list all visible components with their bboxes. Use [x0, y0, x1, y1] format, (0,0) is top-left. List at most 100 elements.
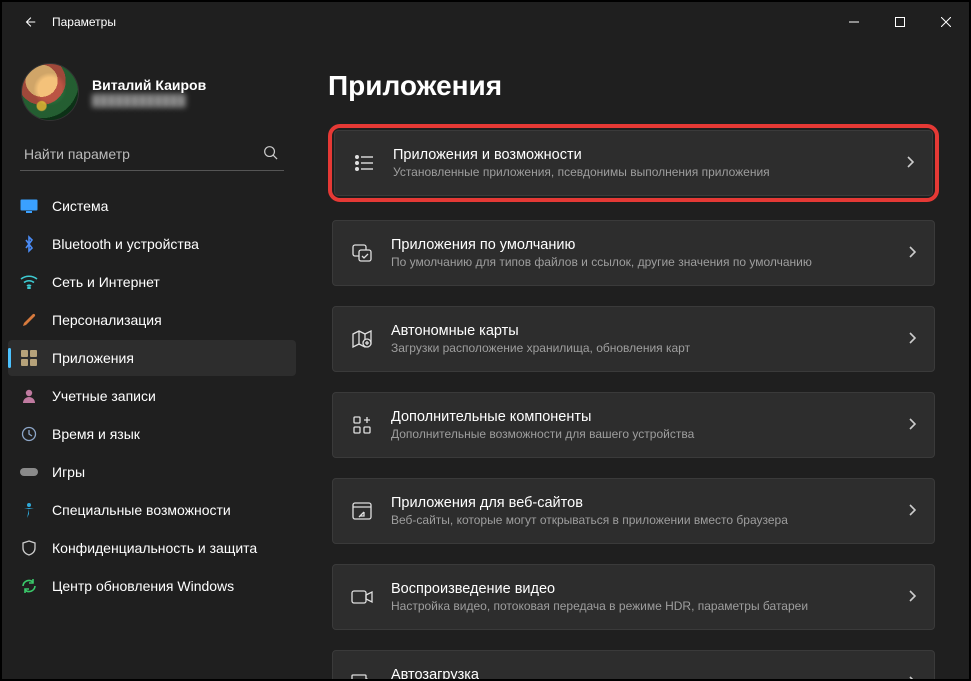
nav-label: Время и язык: [52, 426, 140, 442]
profile-name: Виталий Каиров: [92, 77, 206, 93]
minimize-button[interactable]: [831, 2, 877, 42]
card-title: Воспроизведение видео: [391, 581, 890, 597]
card-default-apps-wrap: Приложения по умолчанию По умолчанию для…: [328, 216, 939, 290]
card-apps-features[interactable]: Приложения и возможности Установленные п…: [334, 130, 933, 196]
card-title: Автозагрузка: [391, 667, 890, 679]
card-text: Приложения и возможности Установленные п…: [393, 147, 888, 179]
nav-label: Специальные возможности: [52, 502, 231, 518]
nav-label: Учетные записи: [52, 388, 156, 404]
startup-icon: [351, 672, 373, 679]
card-offline-maps-wrap: Автономные карты Загрузки расположение х…: [328, 302, 939, 376]
bluetooth-icon: [20, 235, 38, 253]
close-button[interactable]: [923, 2, 969, 42]
nav-item-network[interactable]: Сеть и Интернет: [8, 264, 296, 300]
person-icon: [20, 387, 38, 405]
chevron-right-icon: [908, 332, 916, 347]
nav-label: Сеть и Интернет: [52, 274, 160, 290]
nav-label: Система: [52, 198, 108, 214]
nav-item-system[interactable]: Система: [8, 188, 296, 224]
map-icon: [351, 328, 373, 350]
minimize-icon: [849, 17, 859, 27]
card-web-apps-wrap: Приложения для веб-сайтов Веб-сайты, кот…: [328, 474, 939, 548]
back-button[interactable]: [16, 8, 44, 36]
nav-item-bluetooth[interactable]: Bluetooth и устройства: [8, 226, 296, 262]
main: Приложения Приложения и возможности Уста…: [302, 42, 969, 679]
apps-icon: [20, 349, 38, 367]
cards-list: Приложения и возможности Установленные п…: [328, 124, 939, 679]
card-title: Приложения для веб-сайтов: [391, 495, 890, 511]
update-icon: [20, 577, 38, 595]
card-subtitle: Загрузки расположение хранилища, обновле…: [391, 341, 890, 355]
card-text: Приложения по умолчанию По умолчанию для…: [391, 237, 890, 269]
grid-plus-icon: [351, 414, 373, 436]
window-controls: [831, 2, 969, 42]
nav-label: Bluetooth и устройства: [52, 236, 199, 252]
maximize-button[interactable]: [877, 2, 923, 42]
nav-item-privacy[interactable]: Конфиденциальность и защита: [8, 530, 296, 566]
card-subtitle: Веб-сайты, которые могут открываться в п…: [391, 513, 890, 527]
chevron-right-icon: [908, 590, 916, 605]
card-title: Приложения по умолчанию: [391, 237, 890, 253]
globe-clock-icon: [20, 425, 38, 443]
list-icon: [353, 152, 375, 174]
window-open-icon: [351, 500, 373, 522]
close-icon: [941, 17, 951, 27]
card-optional-features[interactable]: Дополнительные компоненты Дополнительные…: [332, 392, 935, 458]
profile-email: ████████████: [92, 95, 206, 107]
avatar: [22, 64, 78, 120]
chevron-right-icon: [908, 418, 916, 433]
content: Виталий Каиров ████████████ Система Blue…: [2, 42, 969, 679]
nav-item-apps[interactable]: Приложения: [8, 340, 296, 376]
sidebar: Виталий Каиров ████████████ Система Blue…: [2, 42, 302, 679]
display-icon: [20, 197, 38, 215]
card-optional-features-wrap: Дополнительные компоненты Дополнительные…: [328, 388, 939, 462]
default-apps-icon: [351, 242, 373, 264]
search-input[interactable]: [20, 138, 284, 170]
card-offline-maps[interactable]: Автономные карты Загрузки расположение х…: [332, 306, 935, 372]
card-video-playback[interactable]: Воспроизведение видео Настройка видео, п…: [332, 564, 935, 630]
search-icon: [263, 145, 278, 163]
card-title: Приложения и возможности: [393, 147, 888, 163]
nav-item-accessibility[interactable]: Специальные возможности: [8, 492, 296, 528]
page-title: Приложения: [328, 70, 939, 102]
profile-block[interactable]: Виталий Каиров ████████████: [2, 52, 302, 138]
nav-label: Центр обновления Windows: [52, 578, 234, 594]
card-subtitle: Установленные приложения, псевдонимы вып…: [393, 165, 888, 179]
nav-item-accounts[interactable]: Учетные записи: [8, 378, 296, 414]
card-text: Автономные карты Загрузки расположение х…: [391, 323, 890, 355]
chevron-right-icon: [908, 504, 916, 519]
card-title: Автономные карты: [391, 323, 890, 339]
arrow-left-icon: [23, 15, 37, 29]
card-text: Дополнительные компоненты Дополнительные…: [391, 409, 890, 441]
card-subtitle: Настройка видео, потоковая передача в ре…: [391, 599, 890, 613]
nav-item-gaming[interactable]: Игры: [8, 454, 296, 490]
card-text: Автозагрузка Приложения, которые запуска…: [391, 667, 890, 679]
nav-item-personalization[interactable]: Персонализация: [8, 302, 296, 338]
gamepad-icon: [20, 463, 38, 481]
card-startup[interactable]: Автозагрузка Приложения, которые запуска…: [332, 650, 935, 679]
card-subtitle: По умолчанию для типов файлов и ссылок, …: [391, 255, 890, 269]
nav-label: Персонализация: [52, 312, 162, 328]
nav-label: Конфиденциальность и защита: [52, 540, 257, 556]
card-web-apps[interactable]: Приложения для веб-сайтов Веб-сайты, кот…: [332, 478, 935, 544]
profile-text: Виталий Каиров ████████████: [92, 77, 206, 107]
window-title: Параметры: [52, 15, 116, 29]
maximize-icon: [895, 17, 905, 27]
card-apps-features-wrap: Приложения и возможности Установленные п…: [328, 124, 939, 202]
accessibility-icon: [20, 501, 38, 519]
brush-icon: [20, 311, 38, 329]
card-text: Приложения для веб-сайтов Веб-сайты, кот…: [391, 495, 890, 527]
card-subtitle: Дополнительные возможности для вашего ус…: [391, 427, 890, 441]
wifi-icon: [20, 273, 38, 291]
nav-item-time[interactable]: Время и язык: [8, 416, 296, 452]
card-title: Дополнительные компоненты: [391, 409, 890, 425]
chevron-right-icon: [906, 156, 914, 171]
card-text: Воспроизведение видео Настройка видео, п…: [391, 581, 890, 613]
video-icon: [351, 586, 373, 608]
titlebar: Параметры: [2, 2, 969, 42]
nav-item-update[interactable]: Центр обновления Windows: [8, 568, 296, 604]
nav: Система Bluetooth и устройства Сеть и Ин…: [2, 187, 302, 605]
search-box: [20, 138, 284, 171]
card-default-apps[interactable]: Приложения по умолчанию По умолчанию для…: [332, 220, 935, 286]
nav-label: Игры: [52, 464, 85, 480]
